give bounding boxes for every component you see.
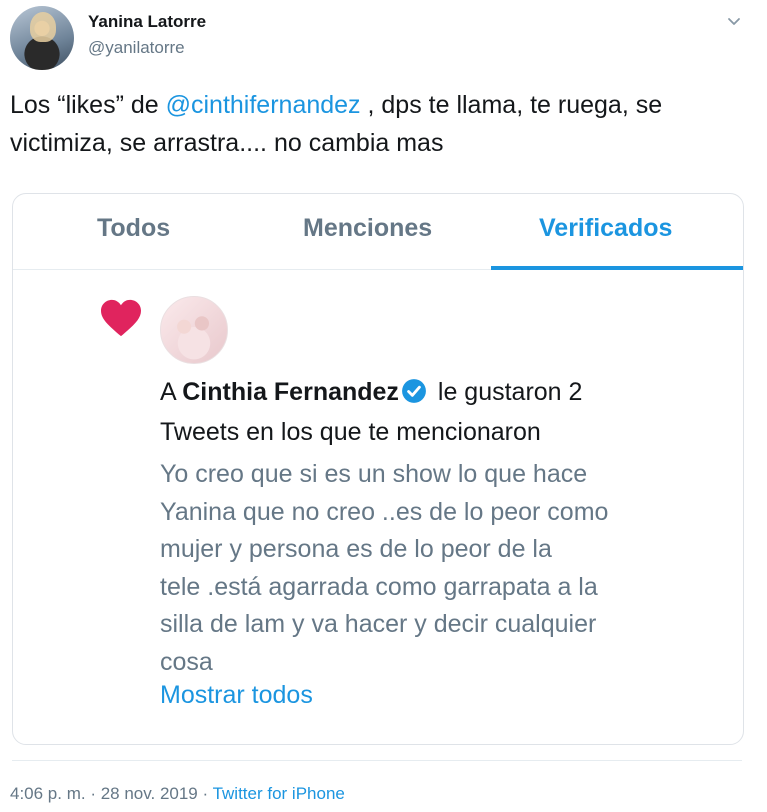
heart-icon: [101, 299, 141, 337]
like-suffix: le gustaron 2: [430, 378, 583, 406]
notification-tabs: Todos Menciones Verificados: [13, 194, 743, 270]
chevron-down-icon[interactable]: [727, 14, 741, 28]
like-summary-line-2: Tweets en los que te mencionaron: [160, 418, 541, 446]
author-name[interactable]: Yanina Latorre: [88, 12, 206, 32]
tweet-text: Los “likes” de @cinthifernandez , dps te…: [10, 86, 750, 162]
active-tab-indicator: [491, 266, 743, 270]
quoted-tweet-text[interactable]: Yo creo que si es un show lo que hace Ya…: [160, 456, 720, 681]
meta-separator-2: ·: [197, 784, 213, 803]
like-summary-line: A Cinthia Fernandez le gustaron 2: [160, 378, 582, 407]
tab-verificados[interactable]: Verificados: [539, 214, 672, 243]
tweet-time[interactable]: 4:06 p. m.: [10, 784, 86, 803]
show-all-link[interactable]: Mostrar todos: [160, 681, 313, 710]
liker-name[interactable]: Cinthia Fernandez: [182, 378, 399, 406]
tweet-date[interactable]: 28 nov. 2019: [101, 784, 198, 803]
notification-card: Todos Menciones Verificados A Cinthia Fe…: [12, 193, 744, 745]
tweet-source[interactable]: Twitter for iPhone: [213, 784, 345, 803]
verified-badge-icon: [402, 379, 426, 403]
author-handle[interactable]: @yanilatorre: [88, 38, 185, 58]
tweet-meta: 4:06 p. m. · 28 nov. 2019 · Twitter for …: [10, 784, 345, 804]
liker-avatar[interactable]: [160, 296, 228, 364]
mention-link[interactable]: @cinthifernandez: [166, 91, 361, 119]
tweet-text-before: Los “likes” de: [10, 91, 166, 119]
footer-divider: [12, 760, 742, 761]
tab-menciones[interactable]: Menciones: [303, 214, 432, 243]
like-prefix: A: [160, 378, 183, 406]
tab-todos[interactable]: Todos: [97, 214, 170, 243]
author-avatar[interactable]: [10, 6, 74, 70]
meta-separator: ·: [85, 784, 101, 803]
